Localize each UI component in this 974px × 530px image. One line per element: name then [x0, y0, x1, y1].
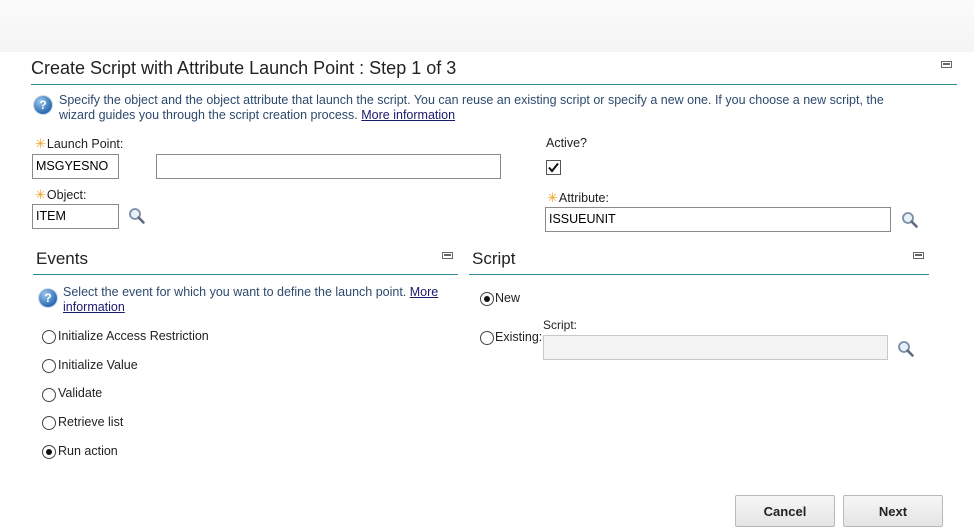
event-radio-retrieve-list[interactable]	[42, 416, 56, 430]
required-asterisk-icon: ✳	[35, 187, 46, 202]
minimize-icon[interactable]	[941, 61, 952, 68]
script-divider	[469, 274, 929, 275]
event-radio-initialize-access-restriction[interactable]	[42, 330, 56, 344]
event-label-initialize-value: Initialize Value	[58, 358, 138, 372]
object-label: ✳Object:	[35, 187, 87, 203]
required-asterisk-icon: ✳	[35, 136, 46, 151]
event-label-validate: Validate	[58, 386, 103, 400]
magnifier-icon[interactable]	[128, 207, 146, 225]
events-section-title: Events	[36, 249, 88, 268]
dialog-help: Specify the object and the object attrib…	[59, 93, 939, 123]
attribute-label-text: Attribute:	[558, 191, 609, 205]
launch-point-label: ✳Launch Point:	[35, 136, 123, 152]
event-label-run-action: Run action	[58, 444, 118, 458]
script-label-new: New	[495, 291, 521, 305]
minimize-icon[interactable]	[442, 252, 453, 259]
minimize-icon[interactable]	[913, 252, 924, 259]
help-icon[interactable]: ?	[39, 289, 57, 307]
object-input[interactable]: ITEM	[32, 204, 119, 229]
cancel-button[interactable]: Cancel	[735, 495, 835, 527]
script-input[interactable]	[543, 335, 888, 360]
script-section-title: Script	[472, 249, 516, 268]
event-label-initialize-access-restriction: Initialize Access Restriction	[58, 329, 209, 343]
events-help: Select the event for which you want to d…	[63, 285, 453, 315]
event-radio-run-action[interactable]	[42, 445, 56, 459]
object-label-text: Object:	[46, 188, 87, 202]
top-band	[0, 0, 974, 52]
script-label-existing: Existing:	[495, 330, 543, 344]
script-radio-new[interactable]	[480, 292, 494, 306]
event-radio-validate[interactable]	[42, 388, 56, 402]
attribute-label: ✳Attribute:	[547, 190, 609, 206]
checkmark-icon	[548, 162, 559, 173]
event-label-retrieve-list: Retrieve list	[58, 415, 124, 429]
events-divider	[33, 274, 458, 275]
magnifier-icon[interactable]	[901, 211, 919, 229]
events-more-information-link[interactable]: More	[410, 285, 438, 299]
dialog-title: Create Script with Attribute Launch Poin…	[31, 58, 457, 78]
help-icon[interactable]: ?	[34, 96, 52, 114]
launch-point-input[interactable]: MSGYESNO	[32, 154, 119, 179]
attribute-input[interactable]: ISSUEUNIT	[545, 207, 891, 232]
launch-point-label-text: Launch Point:	[46, 137, 124, 151]
active-label: Active?	[546, 136, 587, 150]
magnifier-icon[interactable]	[897, 340, 915, 358]
title-divider	[31, 84, 957, 85]
script-radio-existing[interactable]	[480, 331, 494, 345]
more-information-link[interactable]: More information	[361, 108, 455, 122]
dialog-help-text: Specify the object and the object attrib…	[59, 93, 884, 107]
script-field-label: Script:	[543, 318, 578, 332]
active-checkbox[interactable]	[546, 160, 561, 175]
required-asterisk-icon: ✳	[547, 190, 558, 205]
events-help-text: Select the event for which you want to d…	[63, 285, 407, 299]
launch-point-description-input[interactable]	[156, 154, 501, 179]
dialog-help-text-line2: wizard guides you through the script cre…	[59, 108, 358, 122]
next-button[interactable]: Next	[843, 495, 943, 527]
events-more-information-link-2[interactable]: information	[63, 300, 125, 314]
event-radio-initialize-value[interactable]	[42, 359, 56, 373]
